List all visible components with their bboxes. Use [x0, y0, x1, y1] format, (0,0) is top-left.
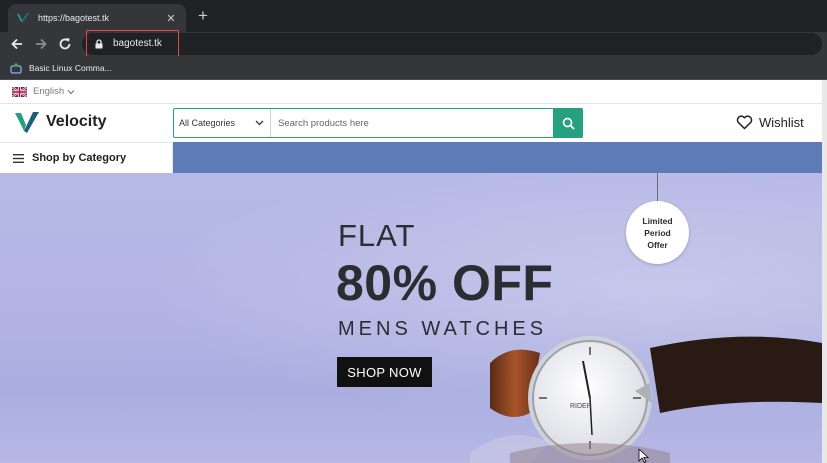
back-arrow-icon[interactable]	[8, 35, 26, 53]
category-select[interactable]: All Categories	[174, 109, 271, 137]
shop-now-button[interactable]: SHOP NOW	[337, 357, 432, 387]
heart-icon	[736, 115, 753, 130]
badge-line: Period	[644, 227, 671, 238]
tab-strip: https://bagotest.tk ✕ +	[0, 0, 827, 32]
bookmark-item[interactable]: Basic Linux Comma...	[10, 60, 112, 76]
browser-tab[interactable]: https://bagotest.tk ✕	[8, 4, 186, 32]
search-button[interactable]	[553, 108, 583, 138]
shop-by-category-button[interactable]: Shop by Category	[0, 142, 173, 173]
chevron-down-icon	[255, 120, 264, 126]
watch-brand-text: RIDER	[570, 403, 592, 410]
site-logo[interactable]: Velocity	[14, 110, 106, 134]
web-page: English Velocity All Categories Search p…	[0, 80, 822, 463]
hero-banner: Limited Period Offer FLAT 80% OFF MENS W…	[0, 173, 822, 463]
badge-line: Limited	[642, 215, 673, 226]
tab-close-icon[interactable]: ✕	[164, 12, 178, 25]
velocity-logo-icon	[14, 110, 40, 134]
reload-icon[interactable]	[56, 35, 74, 53]
search-input[interactable]	[271, 109, 553, 137]
shop-by-category-label: Shop by Category	[32, 152, 127, 164]
bookmark-label: Basic Linux Comma...	[29, 63, 112, 73]
bookmark-favicon-icon	[10, 62, 22, 74]
menu-icon	[13, 153, 24, 163]
wishlist-link[interactable]: Wishlist	[736, 115, 804, 130]
badge-line: Offer	[647, 239, 668, 250]
url-text: bagotest.tk	[113, 38, 162, 49]
mouse-cursor-icon	[638, 449, 650, 463]
velocity-favicon-icon	[16, 11, 30, 25]
lock-icon	[93, 38, 105, 50]
language-selector[interactable]: English	[12, 86, 75, 97]
tab-title: https://bagotest.tk	[38, 13, 110, 23]
language-bar: English	[0, 80, 822, 104]
chevron-down-icon	[67, 89, 75, 95]
page-scrollbar[interactable]	[822, 80, 827, 463]
language-label: English	[33, 86, 65, 97]
search-bar: All Categories	[173, 108, 583, 138]
badge-string	[657, 173, 658, 203]
bookmarks-bar: Basic Linux Comma...	[0, 56, 827, 80]
address-bar[interactable]	[82, 33, 822, 55]
limited-offer-badge: Limited Period Offer	[626, 201, 689, 264]
url-highlight-box[interactable]: bagotest.tk	[86, 30, 179, 57]
new-tab-icon[interactable]: +	[193, 5, 213, 27]
hero-headline-flat: FLAT	[338, 218, 416, 253]
search-icon	[562, 117, 575, 130]
forward-arrow-icon[interactable]	[32, 35, 50, 53]
category-nav: Shop by Category	[0, 142, 822, 173]
site-header: Velocity All Categories Search products …	[0, 105, 822, 142]
uk-flag-icon	[12, 86, 27, 97]
watch-image: RIDER	[470, 336, 822, 463]
wishlist-label: Wishlist	[759, 115, 804, 130]
category-select-label: All Categories	[179, 118, 236, 128]
nav-menu-bar	[173, 142, 822, 173]
brand-name: Velocity	[46, 113, 107, 130]
